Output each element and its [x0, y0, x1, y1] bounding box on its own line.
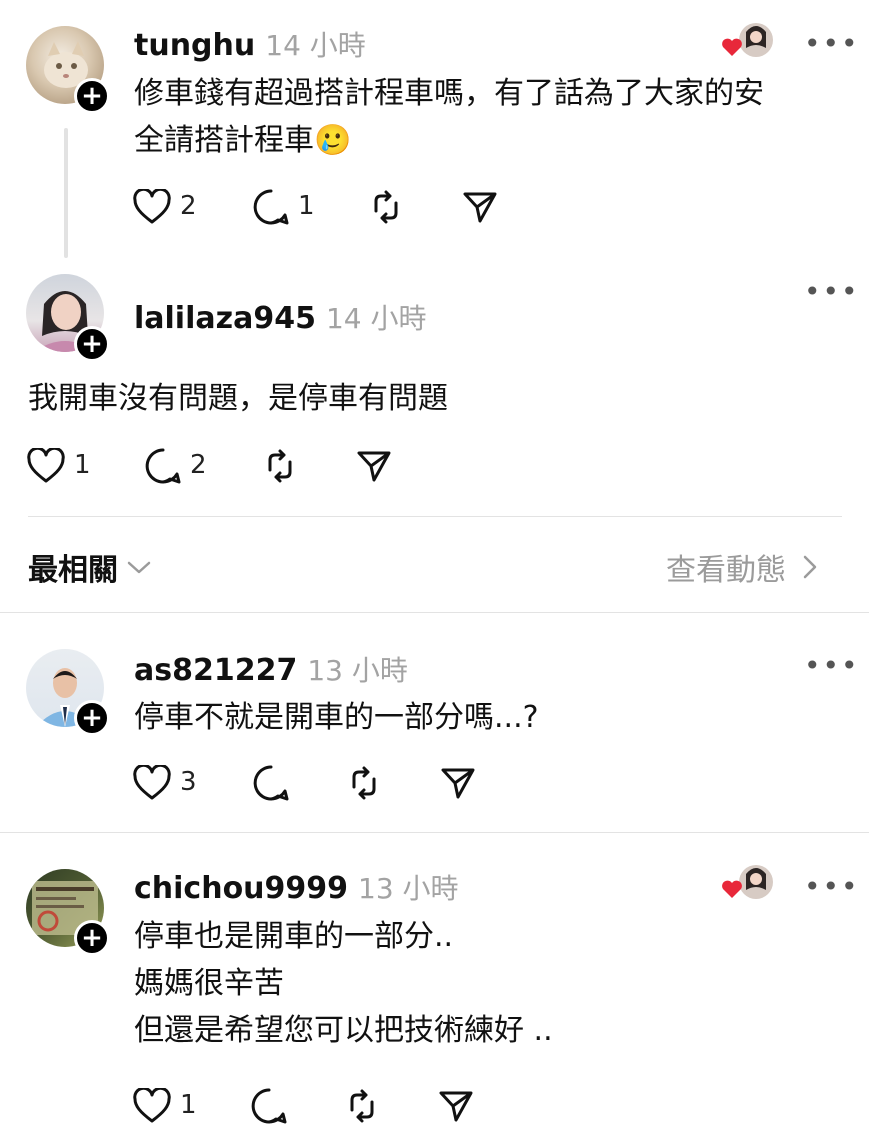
author-liked-badge — [720, 22, 774, 62]
more-options-button[interactable]: ••• — [804, 278, 860, 306]
reply-icon[interactable] — [252, 764, 290, 802]
comment-time: 14 小時 — [265, 29, 366, 62]
comment-text: 停車也是開車的一部分.. 媽媽很辛苦 但還是希望您可以把技術練好 .. — [134, 919, 553, 1048]
view-activity-link[interactable]: 查看動態 — [666, 545, 820, 589]
repost-icon[interactable] — [344, 1088, 380, 1124]
reply-count: 2 — [190, 450, 207, 480]
chevron-down-icon — [127, 561, 151, 574]
reply-icon[interactable] — [250, 1087, 288, 1125]
divider — [0, 612, 869, 613]
comment-time: 13 小時 — [307, 654, 408, 687]
comment-text: 修車錢有超過搭計程車嗎，有了話為了大家的安 全請搭計程車🥲 — [134, 76, 764, 158]
follow-plus-button[interactable]: + — [74, 326, 110, 362]
comment-username[interactable]: lalilaza945 14 小時 — [134, 297, 426, 337]
share-icon[interactable] — [438, 1088, 474, 1124]
comment-username[interactable]: chichou9999 13 小時 — [134, 867, 459, 907]
share-icon[interactable] — [356, 448, 392, 484]
like-count: 3 — [180, 767, 197, 797]
follow-plus-button[interactable]: + — [74, 700, 110, 736]
follow-plus-button[interactable]: + — [74, 78, 110, 114]
heart-icon[interactable] — [26, 448, 66, 484]
share-icon[interactable] — [462, 189, 498, 225]
like-count: 1 — [180, 1090, 197, 1120]
comment-time: 14 小時 — [325, 302, 427, 335]
comment-time: 13 小時 — [358, 872, 459, 905]
reply-icon[interactable] — [252, 188, 290, 226]
comment-text: 我開車沒有問題，是停車有問題 — [28, 381, 448, 416]
more-options-button[interactable]: ••• — [804, 652, 860, 680]
thread-connector-line — [64, 128, 68, 258]
repost-icon[interactable] — [346, 765, 382, 801]
heart-icon[interactable] — [132, 1088, 172, 1124]
reply-icon[interactable] — [144, 447, 182, 485]
divider — [0, 832, 869, 833]
reply-count: 1 — [298, 191, 315, 221]
repost-icon[interactable] — [368, 189, 404, 225]
heart-icon[interactable] — [132, 189, 172, 225]
chevron-right-icon — [803, 555, 817, 579]
comment-text: 停車不就是開車的一部分嗎...? — [134, 700, 539, 735]
like-count: 1 — [74, 450, 91, 480]
heart-icon[interactable] — [132, 765, 172, 801]
divider — [28, 516, 842, 517]
share-icon[interactable] — [440, 765, 476, 801]
more-options-button[interactable]: ••• — [804, 873, 860, 901]
author-liked-badge — [720, 864, 774, 904]
comment-username[interactable]: tunghu 14 小時 — [134, 24, 366, 64]
sort-dropdown[interactable]: 最相關 — [28, 545, 152, 589]
comment-username[interactable]: as821227 13 小時 — [134, 649, 408, 689]
follow-plus-button[interactable]: + — [74, 920, 110, 956]
repost-icon[interactable] — [262, 448, 298, 484]
like-count: 2 — [180, 191, 197, 221]
more-options-button[interactable]: ••• — [804, 30, 860, 58]
